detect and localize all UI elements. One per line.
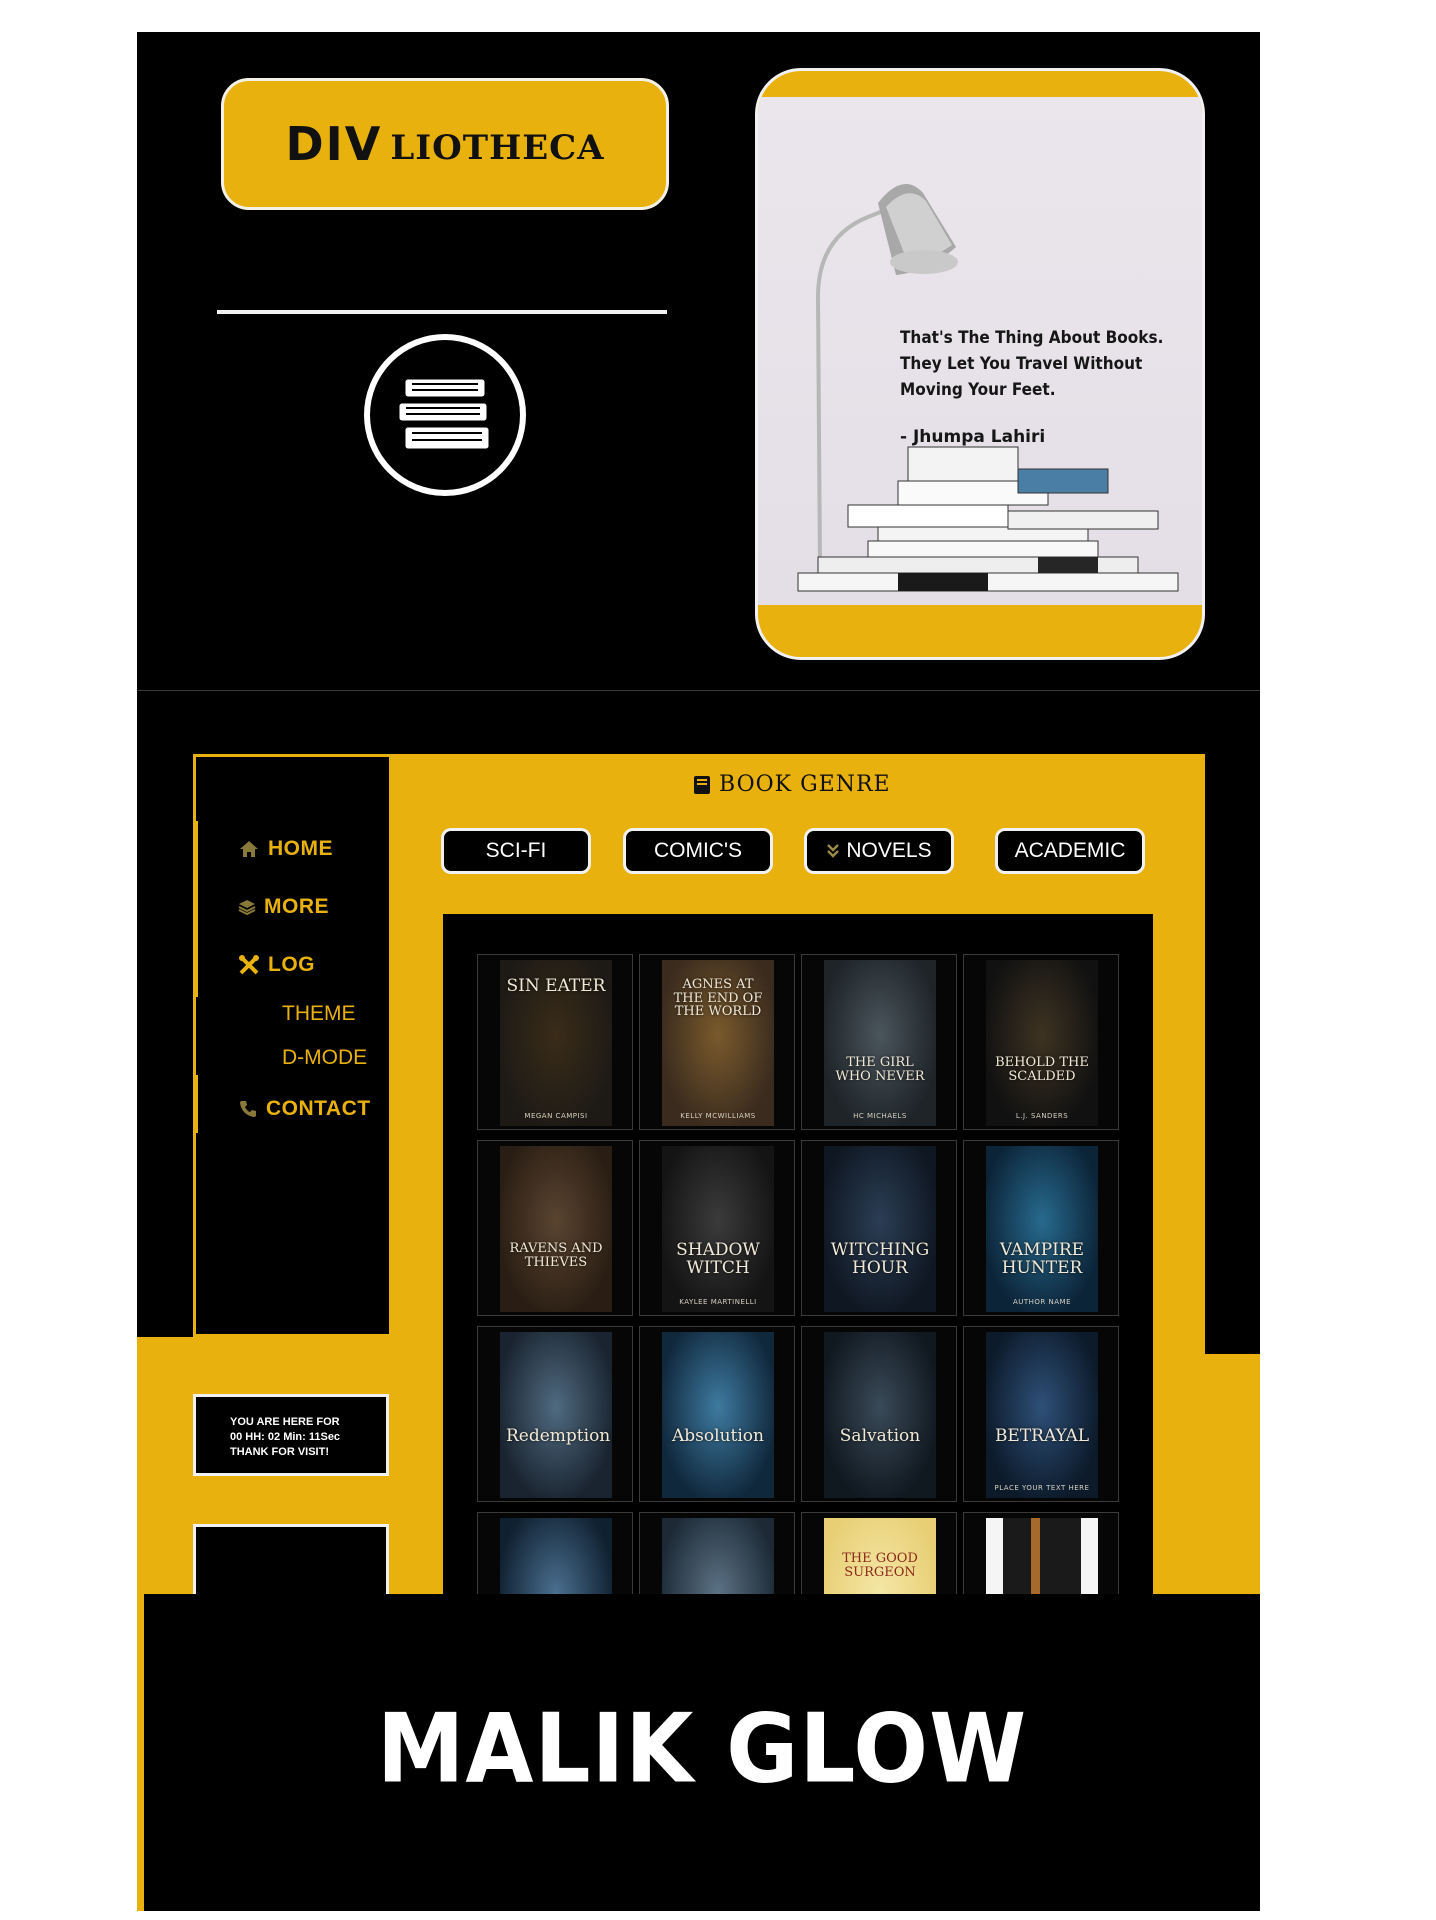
book-cover-image: THE GIRL WHO NEVER HC MICHAELS	[824, 960, 936, 1126]
book-cover-image: BETRAYAL PLACE YOUR TEXT HERE	[986, 1332, 1098, 1498]
book-cover-image: Absolution	[662, 1332, 774, 1498]
timer-line: THANK FOR VISIT!	[230, 1446, 329, 1458]
book-cover-card[interactable]: Redemption	[477, 1326, 633, 1502]
double-chevron-down-icon	[827, 844, 840, 858]
book-cover-card[interactable]: VAMPIRE HUNTER AUTHOR NAME	[963, 1140, 1119, 1316]
book-title: Absolution	[672, 1426, 764, 1446]
genre-title: BOOK GENRE	[719, 772, 891, 797]
book-author: KAYLEE MARTINELLI	[679, 1298, 757, 1306]
section-divider	[137, 690, 1260, 691]
layers-icon	[238, 900, 256, 916]
visit-timer: YOU ARE HERE FOR 00 HH: 02 Min: 11Sec TH…	[193, 1394, 389, 1476]
book-title: THE GOOD SURGEON	[842, 1551, 918, 1580]
phone-icon	[240, 1101, 256, 1117]
book-cover-card[interactable]: AGNES AT THE END OF THE WORLD KELLY MCWIL…	[639, 954, 795, 1130]
book-title: RAVENS AND THIEVES	[509, 1241, 603, 1270]
book-title: SHADOW WITCH	[676, 1240, 760, 1278]
book-author: AUTHOR NAME	[1012, 1298, 1072, 1306]
book-cover-card[interactable]: Absolution	[639, 1326, 795, 1502]
book-title: Redemption	[506, 1426, 611, 1446]
tools-icon	[239, 955, 259, 975]
sidebar-nav: HOME MORE LOG THEME D-MODE CONTACT	[193, 754, 389, 1337]
book-cover-card[interactable]: SHADOW WITCH KAYLEE MARTINELLI	[639, 1140, 795, 1316]
book-title: THE GIRL WHO NEVER	[835, 1055, 925, 1084]
sidebar-item-label: CONTACT	[266, 1097, 371, 1120]
sidebar-item-label: MORE	[264, 895, 329, 918]
book-title: SIN EATER	[506, 976, 606, 996]
panel-notch	[1205, 754, 1260, 1354]
book-cover-image: SHADOW WITCH KAYLEE MARTINELLI	[662, 1146, 774, 1312]
timer-line: YOU ARE HERE FOR	[230, 1416, 340, 1428]
book-cover-card[interactable]: Salvation	[801, 1326, 957, 1502]
book-cover-image: VAMPIRE HUNTER AUTHOR NAME	[986, 1146, 1098, 1312]
book-cover-image: SIN EATER MEGAN CAMPISI	[500, 960, 612, 1126]
brand-logo[interactable]: DIV LIOTHECA	[221, 78, 669, 210]
book-cover-image: AGNES AT THE END OF THE WORLD KELLY MCWIL…	[662, 960, 774, 1126]
quote-text: That's The Thing About Books. They Let Y…	[900, 325, 1190, 403]
genre-button-academic[interactable]: ACADEMIC	[995, 828, 1145, 874]
logo-bold-text: DIV	[285, 117, 383, 171]
book-cover-card[interactable]: RAVENS AND THIEVES	[477, 1140, 633, 1316]
book-icon	[694, 775, 710, 794]
genre-button-label: NOVELS	[846, 839, 932, 862]
book-title: AGNES AT THE END OF THE WORLD	[673, 977, 763, 1020]
book-cover-card[interactable]: THE GIRL WHO NEVER HC MICHAELS	[801, 954, 957, 1130]
book-author: KELLY MCWILLIAMS	[680, 1112, 756, 1120]
sidebar-item-log[interactable]: LOG	[238, 953, 315, 977]
book-author: HC MICHAELS	[853, 1112, 907, 1120]
book-author: L.J. SANDERS	[1015, 1112, 1069, 1120]
book-cover-card[interactable]: BETRAYAL PLACE YOUR TEXT HERE	[963, 1326, 1119, 1502]
nav-active-bar	[193, 821, 198, 997]
sidebar-item-more[interactable]: MORE	[238, 895, 329, 919]
sidebar-subitem-dmode[interactable]: D-MODE	[282, 1046, 367, 1070]
book-title: BETRAYAL	[994, 1426, 1090, 1446]
book-title: WITCHING HOUR	[830, 1240, 930, 1278]
sidebar-item-contact[interactable]: CONTACT	[238, 1097, 371, 1121]
book-cover-card[interactable]: SIN EATER MEGAN CAMPISI	[477, 954, 633, 1130]
genre-button-novels[interactable]: NOVELS	[804, 828, 954, 874]
quote-author: - Jhumpa Lahiri	[900, 427, 1046, 447]
submenu-line	[193, 1000, 195, 1082]
home-icon	[240, 841, 258, 857]
book-author: PLACE YOUR TEXT HERE	[994, 1484, 1090, 1492]
sidebar-item-label: LOG	[268, 953, 315, 976]
sidebar-item-home[interactable]: HOME	[238, 837, 333, 861]
book-cover-image: Redemption	[500, 1332, 612, 1498]
book-cover-card[interactable]: WITCHING HOUR	[801, 1140, 957, 1316]
quote-line: That's The Thing About Books.	[900, 328, 1164, 348]
book-cover-image: RAVENS AND THIEVES	[500, 1146, 612, 1312]
genre-button-scifi[interactable]: SCI-FI	[441, 828, 591, 874]
book-cover-card[interactable]: BEHOLD THE SCALDED L.J. SANDERS	[963, 954, 1119, 1130]
genre-heading: BOOK GENRE	[693, 772, 891, 797]
book-cover-image: WITCHING HOUR	[824, 1146, 936, 1312]
logo-rest-text: LIOTHECA	[390, 128, 605, 168]
quote-line: They Let You Travel Without	[900, 354, 1143, 374]
book-grid: SIN EATER MEGAN CAMPISI AGNES AT THE END O…	[443, 914, 1153, 1688]
lamp-books-image: That's The Thing About Books. They Let Y…	[758, 97, 1202, 605]
app-frame: DIV LIOTHECA That's The Thing About Book…	[137, 32, 1260, 1911]
sidebar-item-label: HOME	[268, 837, 333, 860]
header-divider	[217, 310, 667, 314]
quote-line: Moving Your Feet.	[900, 380, 1056, 400]
book-title: BEHOLD THE SCALDED	[995, 1055, 1089, 1084]
nav-active-bar	[193, 1075, 198, 1133]
sidebar-subitem-theme[interactable]: THEME	[282, 1002, 356, 1026]
book-author: MEGAN CAMPISI	[524, 1112, 588, 1120]
footer-title: MALIK GLOW	[376, 1692, 1028, 1805]
book-cover-image: Salvation	[824, 1332, 936, 1498]
footer: MALIK GLOW	[144, 1594, 1260, 1911]
book-title: VAMPIRE HUNTER	[999, 1240, 1085, 1278]
timer-line: 00 HH: 02 Min: 11Sec	[230, 1431, 341, 1443]
books-stack-icon	[361, 331, 529, 499]
quote-card: That's The Thing About Books. They Let Y…	[755, 68, 1205, 660]
book-cover-image: BEHOLD THE SCALDED L.J. SANDERS	[986, 960, 1098, 1126]
book-title: Salvation	[839, 1426, 921, 1446]
footer-edge	[137, 1594, 144, 1911]
genre-button-comics[interactable]: COMIC'S	[623, 828, 773, 874]
